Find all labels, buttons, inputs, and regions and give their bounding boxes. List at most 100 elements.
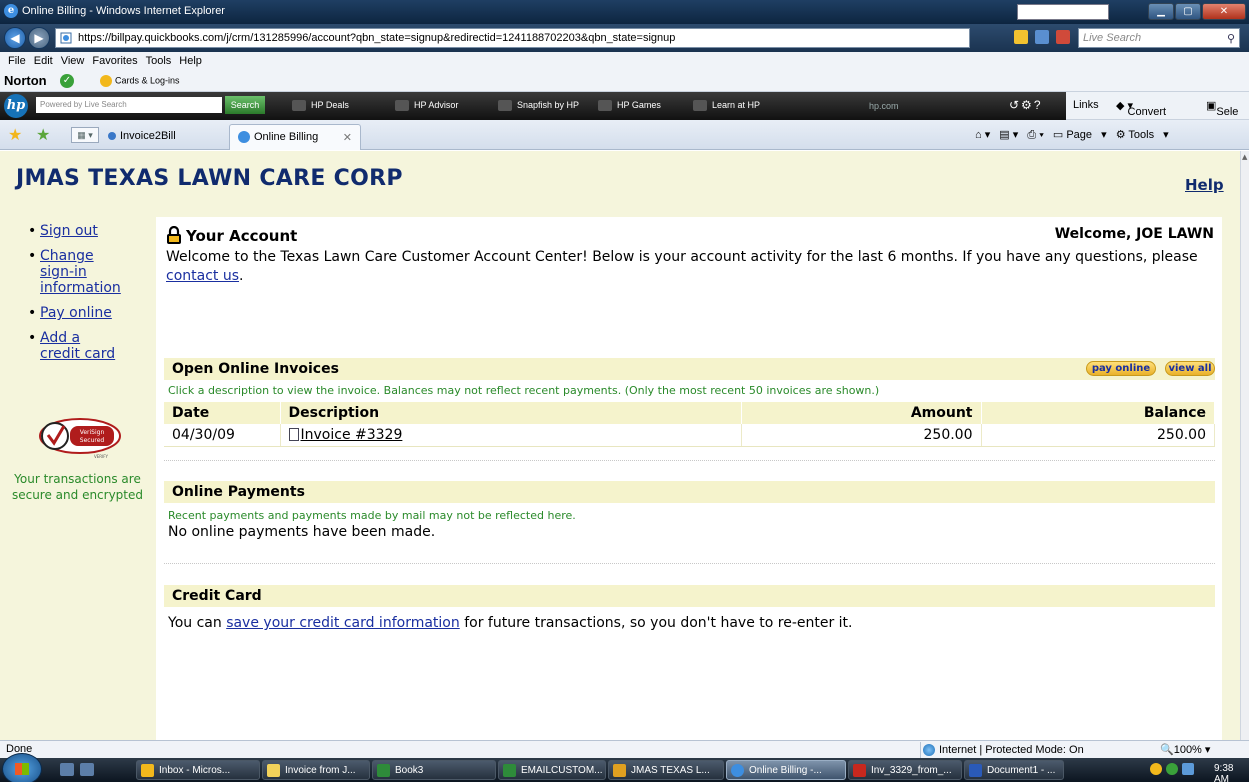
menu-favorites[interactable]: Favorites (88, 52, 141, 67)
document-icon (288, 427, 299, 441)
taskbar-book3-label: Book3 (395, 765, 424, 776)
page-menu[interactable]: ▭ Page ▾ (1053, 129, 1107, 141)
search-icon[interactable]: ⚲ (1227, 30, 1235, 48)
zoom-level[interactable]: 🔍100% ▾ (1160, 743, 1210, 756)
learn-at-hp-label: Learn at HP (712, 100, 761, 110)
scroll-up-icon[interactable]: ▲ (1242, 153, 1247, 161)
tab-invoice2bill[interactable]: Invoice2Bill (100, 124, 228, 150)
hp-games-link[interactable]: HP Games (598, 100, 661, 112)
quick-launch (60, 763, 100, 779)
taskbar-clock[interactable]: 9:38 AM (1214, 763, 1249, 782)
security-zone[interactable]: Internet | Protected Mode: On (920, 742, 1090, 758)
refresh-icon[interactable] (1034, 30, 1049, 44)
titlebar-search-box[interactable] (1017, 4, 1109, 20)
taskbar-jmas-texas[interactable]: JMAS TEXAS L... (608, 760, 724, 780)
favorites-star-icon[interactable]: ★ (8, 125, 22, 145)
live-search-input[interactable]: Live Search ⚲ (1078, 28, 1240, 48)
lock-icon (167, 226, 181, 244)
close-window-button[interactable]: ✕ (1202, 3, 1246, 20)
home-icon[interactable]: ⌂ ▾ (975, 129, 990, 141)
help-link[interactable]: Help (1185, 176, 1224, 194)
start-button[interactable] (2, 753, 42, 782)
stop-icon[interactable] (1055, 30, 1070, 44)
online-payments-header: Online Payments (164, 481, 1215, 503)
switch-windows-icon[interactable] (80, 763, 94, 776)
word-icon (969, 764, 982, 777)
norton-tray-icon[interactable] (1150, 763, 1162, 775)
url-input[interactable]: https://billpay.quickbooks.com/j/crm/131… (55, 28, 970, 48)
verisign-line3: VERIFY (94, 454, 109, 459)
select-label: Sele (1216, 106, 1239, 118)
windows-taskbar: Inbox - Micros... Invoice from J... Book… (0, 753, 1249, 782)
feeds-icon[interactable]: ▤ ▾ (999, 129, 1018, 141)
menu-tools[interactable]: Tools (142, 52, 176, 67)
taskbar-jmas-texas-label: JMAS TEXAS L... (631, 765, 710, 776)
back-button[interactable]: ◀ (4, 27, 26, 49)
norton-toolbar: Norton ✓ Cards & Log-ins (0, 70, 1249, 92)
tools-menu-label: Tools (1128, 129, 1155, 141)
security-tray-icon[interactable] (1166, 763, 1178, 775)
menu-edit[interactable]: Edit (30, 52, 57, 67)
menu-file[interactable]: File (0, 52, 30, 67)
hp-logo-icon[interactable]: hp (4, 94, 28, 118)
hp-deals-link[interactable]: HP Deals (292, 100, 349, 112)
add-credit-card-link[interactable]: Add a credit card (40, 330, 115, 362)
ie-logo-icon: e (4, 4, 18, 18)
tab-online-billing[interactable]: Online Billing ✕ (229, 124, 361, 150)
cards-logins-button[interactable]: Cards & Log-ins (100, 75, 180, 87)
print-icon[interactable]: ⎙ ▾ (1027, 129, 1043, 141)
hp-search-button[interactable]: Search (225, 96, 265, 114)
lock-icon[interactable] (1014, 30, 1028, 44)
invoice-link[interactable]: Invoice #3329 (301, 427, 403, 443)
taskbar-inbox[interactable]: Inbox - Micros... (136, 760, 260, 780)
snapfish-link[interactable]: Snapfish by HP (498, 100, 579, 112)
pay-online-button[interactable]: pay online (1086, 361, 1156, 376)
learn-at-hp-icon (693, 100, 707, 112)
hp-search-input[interactable]: Powered by Live Search (36, 97, 222, 113)
network-tray-icon[interactable] (1182, 763, 1194, 775)
change-signin-line3: information (40, 280, 121, 296)
minimize-button[interactable]: ▁ (1148, 3, 1174, 20)
taskbar-invoice-from[interactable]: Invoice from J... (262, 760, 370, 780)
tools-menu[interactable]: ⚙ Tools ▾ (1116, 129, 1169, 141)
forward-button[interactable]: ▶ (28, 27, 50, 49)
invoices-table: Date Description Amount Balance 04/30/09… (164, 402, 1215, 447)
taskbar-inv-3329[interactable]: Inv_3329_from_... (848, 760, 962, 780)
hp-toolbar-controls[interactable]: ↺⚙? (1009, 98, 1043, 112)
menu-view[interactable]: View (57, 52, 89, 67)
taskbar-book3[interactable]: Book3 (372, 760, 496, 780)
add-favorites-icon[interactable]: ★ (36, 125, 50, 145)
security-zone-label: Internet | Protected Mode: On (939, 744, 1084, 756)
pay-online-link[interactable]: Pay online (40, 305, 112, 321)
save-credit-card-link[interactable]: save your credit card information (226, 615, 460, 631)
taskbar-online-billing[interactable]: Online Billing -... (726, 760, 846, 780)
norton-check-icon[interactable]: ✓ (60, 74, 74, 88)
hp-advisor-link[interactable]: HP Advisor (395, 100, 458, 112)
maximize-button[interactable]: ▢ (1175, 3, 1201, 20)
verisign-seal-icon[interactable]: VeriSign Secured VERIFY (38, 417, 122, 459)
section-divider (164, 563, 1215, 564)
taskbar-document1[interactable]: Document1 - ... (964, 760, 1064, 780)
contact-us-link[interactable]: contact us (166, 268, 239, 284)
excel-icon (377, 764, 390, 777)
show-desktop-icon[interactable] (60, 763, 74, 776)
hp-domain-text[interactable]: hp.com (869, 101, 899, 111)
sign-out-link[interactable]: Sign out (40, 223, 98, 239)
hp-deals-icon (292, 100, 306, 112)
convert-button[interactable]: ◆ Convert ▾ (1116, 99, 1166, 118)
menu-help[interactable]: Help (175, 52, 206, 67)
page-menu-label: Page (1066, 129, 1093, 141)
quick-tabs-button[interactable]: ▦ ▾ (71, 127, 99, 143)
hp-toolbar: hp Powered by Live Search Search HP Deal… (0, 92, 1249, 120)
vertical-scrollbar[interactable]: ▲ (1240, 151, 1249, 740)
select-button[interactable]: ▣ Sele (1206, 99, 1238, 118)
tab-online-billing-label: Online Billing (254, 131, 319, 143)
taskbar-emailcustom[interactable]: EMAILCUSTOM... (498, 760, 606, 780)
learn-at-hp-link[interactable]: Learn at HP (693, 100, 761, 112)
view-all-button[interactable]: view all (1165, 361, 1215, 376)
norton-brand[interactable]: Norton (4, 73, 47, 88)
close-tab-icon[interactable]: ✕ (343, 131, 352, 144)
taskbar-invoice-from-label: Invoice from J... (285, 765, 356, 776)
change-signin-link[interactable]: Change sign-in information (40, 248, 121, 296)
links-button[interactable]: Links (1073, 99, 1099, 111)
